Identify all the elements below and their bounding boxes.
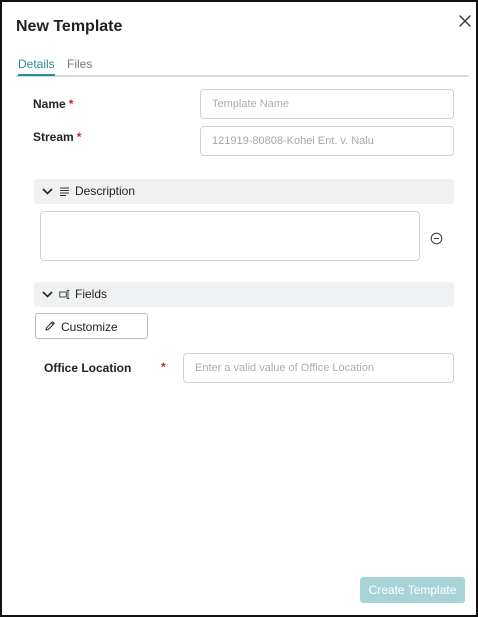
customize-button-label: Customize	[61, 320, 118, 334]
pencil-icon	[45, 321, 55, 331]
new-template-dialog: New Template Details Files Name* Stream*…	[0, 0, 478, 617]
description-section-label: Description	[75, 184, 136, 198]
fields-section-header[interactable]: Fields	[34, 282, 454, 307]
close-icon[interactable]	[457, 13, 473, 29]
align-left-icon	[60, 187, 69, 196]
description-section-header[interactable]: Description	[34, 179, 454, 204]
required-marker: *	[68, 97, 74, 111]
office-location-required-marker: *	[161, 360, 166, 374]
fields-section-label: Fields	[75, 287, 108, 301]
stream-label-text: Stream	[33, 130, 74, 144]
stream-label: Stream *	[33, 130, 81, 144]
office-location-label: Office Location	[44, 361, 132, 375]
name-label-text: Name	[33, 97, 66, 111]
description-textarea[interactable]	[40, 211, 420, 261]
required-marker: *	[76, 130, 82, 144]
template-name-input[interactable]	[200, 89, 454, 119]
create-template-button[interactable]: Create Template	[360, 577, 465, 603]
customize-button[interactable]: Customize	[35, 313, 148, 339]
chevron-down-icon	[42, 188, 53, 195]
tab-bar: Details Files	[16, 57, 469, 77]
fields-icon	[59, 290, 70, 299]
dialog-title: New Template	[16, 18, 123, 35]
stream-field[interactable]: 121919-80808-Kohei Ent. v. Nalu	[200, 126, 454, 156]
office-location-input[interactable]	[183, 353, 454, 383]
tab-details[interactable]: Details	[18, 57, 55, 76]
stream-value: 121919-80808-Kohei Ent. v. Nalu	[212, 135, 374, 147]
minus-circle-icon[interactable]	[430, 232, 443, 245]
chevron-down-icon	[42, 291, 53, 298]
tab-files[interactable]: Files	[67, 57, 92, 74]
name-label: Name *	[33, 97, 73, 111]
